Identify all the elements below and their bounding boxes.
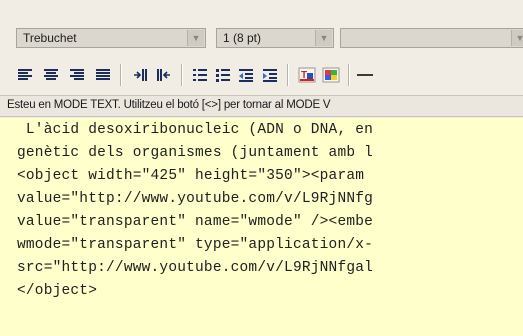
background-color-button[interactable]: [321, 65, 341, 85]
editor-line[interactable]: value="transparent" name="wmode" /><embe: [17, 214, 373, 230]
editor-line[interactable]: genètic dels organismes (juntament amb l: [17, 145, 373, 161]
indent-button[interactable]: [260, 65, 280, 85]
status-message: Esteu en MODE TEXT. Utilitzeu el botó [<…: [7, 99, 331, 111]
text-color-button[interactable]: T: [297, 65, 317, 85]
align-right-icon: [70, 69, 84, 80]
horizontal-rule-icon: [357, 74, 373, 76]
numbered-list-icon: [193, 69, 207, 81]
toolbar-separator: [348, 64, 350, 86]
align-justify-button[interactable]: [93, 65, 113, 85]
ltr-direction-icon: [134, 69, 147, 81]
toolbar-row-format: Trebuchet ▼ 1 (8 pt) ▼ ▼: [0, 0, 523, 56]
numbered-list-button[interactable]: [190, 65, 210, 85]
bullet-list-icon: [216, 69, 230, 82]
toolbar-separator: [181, 64, 183, 86]
toolbar-separator: [120, 64, 122, 86]
chevron-down-icon[interactable]: ▼: [187, 30, 204, 46]
editor-line[interactable]: value="http://www.youtube.com/v/L9RjNNfg: [17, 191, 373, 207]
outdent-icon: [239, 69, 253, 82]
font-family-select[interactable]: Trebuchet ▼: [16, 28, 206, 48]
toolbar-row-paragraph: T: [0, 56, 523, 94]
chevron-down-icon[interactable]: ▼: [315, 30, 332, 46]
font-size-select[interactable]: 1 (8 pt) ▼: [216, 28, 334, 48]
align-center-icon: [44, 69, 58, 80]
toolbar-separator: [287, 64, 289, 86]
editor-line[interactable]: </object>: [17, 283, 97, 299]
font-size-value: 1 (8 pt): [223, 31, 262, 45]
rich-text-editor: Trebuchet ▼ 1 (8 pt) ▼ ▼ T Esteu en MODE…: [0, 0, 523, 336]
chevron-down-icon[interactable]: ▼: [511, 30, 523, 46]
align-center-button[interactable]: [41, 65, 61, 85]
paragraph-style-select[interactable]: ▼: [340, 28, 523, 48]
indent-icon: [263, 69, 277, 82]
rtl-direction-button[interactable]: [154, 65, 174, 85]
editor-line[interactable]: src="http://www.youtube.com/v/L9RjNNfgal: [17, 260, 373, 276]
align-left-icon: [18, 69, 32, 80]
editor-line[interactable]: <object width="425" height="350"><param: [17, 168, 364, 184]
rtl-direction-icon: [157, 69, 170, 81]
outdent-button[interactable]: [236, 65, 256, 85]
align-right-button[interactable]: [67, 65, 87, 85]
align-justify-icon: [96, 69, 110, 80]
bullet-list-button[interactable]: [213, 65, 233, 85]
align-left-button[interactable]: [15, 65, 35, 85]
horizontal-rule-button[interactable]: [355, 65, 375, 85]
background-color-icon: [322, 67, 340, 83]
editor-line[interactable]: wmode="transparent" type="application/x-: [17, 237, 373, 253]
editor-status-bar: Esteu en MODE TEXT. Utilitzeu el botó [<…: [0, 95, 523, 117]
font-family-value: Trebuchet: [23, 31, 77, 45]
ltr-direction-button[interactable]: [130, 65, 150, 85]
editor-text-area[interactable]: L'àcid desoxiribonucleic (ADN o DNA, en …: [0, 118, 523, 336]
editor-line[interactable]: L'àcid desoxiribonucleic (ADN o DNA, en: [17, 122, 373, 138]
text-color-icon: T: [298, 67, 316, 83]
